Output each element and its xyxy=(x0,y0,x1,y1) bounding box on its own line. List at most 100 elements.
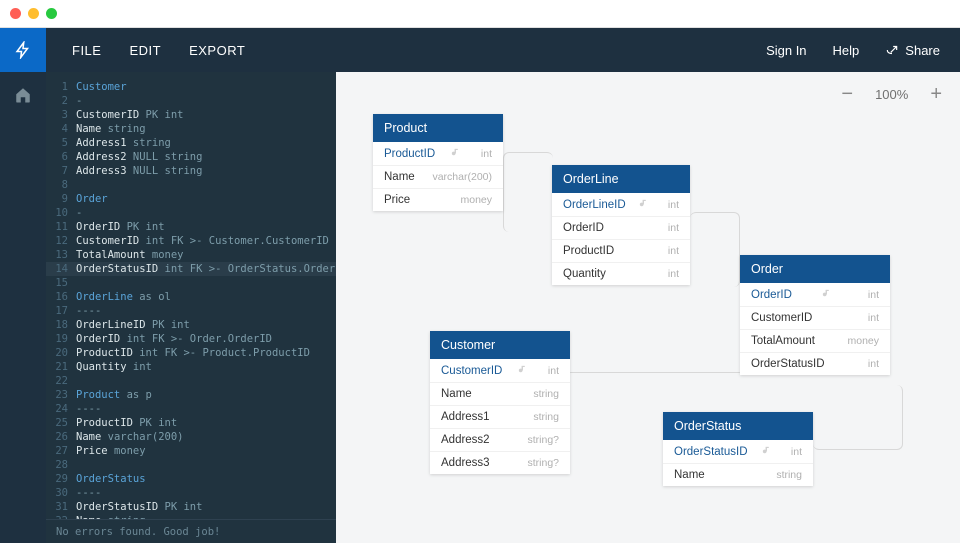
entity-field[interactable]: Address1string xyxy=(430,406,570,429)
code-content: Address1 string xyxy=(76,136,336,150)
entity-field[interactable]: ProductID int xyxy=(373,142,503,166)
code-line[interactable]: 18OrderLineID PK int xyxy=(46,318,336,332)
code-line[interactable]: 12CustomerID int FK >- Customer.Customer… xyxy=(46,234,336,248)
entity-field[interactable]: Pricemoney xyxy=(373,189,503,211)
entity-field[interactable]: OrderIDint xyxy=(552,217,690,240)
code-line[interactable]: 7Address3 NULL string xyxy=(46,164,336,178)
primary-key-icon xyxy=(638,198,649,211)
field-name: Address1 xyxy=(441,411,490,423)
code-line[interactable]: 13TotalAmount money xyxy=(46,248,336,262)
code-line[interactable]: 16OrderLine as ol xyxy=(46,290,336,304)
primary-key-icon xyxy=(821,288,832,301)
code-line[interactable]: 20ProductID int FK >- Product.ProductID xyxy=(46,346,336,360)
entity-field[interactable]: OrderStatusIDint xyxy=(740,353,890,375)
entity-field[interactable]: ProductIDint xyxy=(552,240,690,263)
entity-field[interactable]: CustomerIDint xyxy=(430,359,570,383)
zoom-out-button[interactable]: − xyxy=(841,84,853,104)
share-button[interactable]: Share xyxy=(885,43,940,58)
zoom-level: 100% xyxy=(875,87,908,102)
code-line[interactable]: 30---- xyxy=(46,486,336,500)
entity-field[interactable]: TotalAmountmoney xyxy=(740,330,890,353)
field-name: CustomerID xyxy=(751,312,812,324)
entity-order[interactable]: OrderOrderIDint CustomerID int TotalAmountm… xyxy=(740,255,890,375)
connector xyxy=(690,212,740,287)
code-editor[interactable]: 1Customer2-3CustomerID PK int4Name strin… xyxy=(46,72,336,543)
field-type: int xyxy=(791,446,802,458)
code-line[interactable]: 26Name varchar(200) xyxy=(46,430,336,444)
menu-export[interactable]: EXPORT xyxy=(189,43,245,58)
entity-field[interactable]: OrderLineIDint xyxy=(552,193,690,217)
code-line[interactable]: 5Address1 string xyxy=(46,136,336,150)
menu-signin[interactable]: Sign In xyxy=(766,43,806,58)
code-content: Quantity int xyxy=(76,360,336,374)
code-line[interactable]: 11OrderID PK int xyxy=(46,220,336,234)
maximize-window-icon[interactable] xyxy=(46,8,57,19)
code-line[interactable]: 1Customer xyxy=(46,80,336,94)
code-line[interactable]: 27Price money xyxy=(46,444,336,458)
code-line[interactable]: 10- xyxy=(46,206,336,220)
diagram-canvas[interactable]: − 100% + Product ProductID int Namevarchar(… xyxy=(336,72,960,543)
code-line[interactable]: 14OrderStatusID int FK >- OrderStatus.Or… xyxy=(46,262,336,276)
line-number: 9 xyxy=(46,192,76,206)
entity-header[interactable]: OrderLine xyxy=(552,165,690,193)
zoom-in-button[interactable]: + xyxy=(930,84,942,104)
line-number: 6 xyxy=(46,150,76,164)
entity-product[interactable]: Product ProductID int Namevarchar(200)Price… xyxy=(373,114,503,211)
entity-header[interactable]: OrderStatus xyxy=(663,412,813,440)
code-line[interactable]: 24---- xyxy=(46,402,336,416)
entity-field[interactable]: CustomerID int xyxy=(740,307,890,330)
entity-header[interactable]: Product xyxy=(373,114,503,142)
code-line[interactable]: 2- xyxy=(46,94,336,108)
line-number: 19 xyxy=(46,332,76,346)
code-line[interactable]: 15 xyxy=(46,276,336,290)
code-line[interactable]: 22 xyxy=(46,374,336,388)
code-line[interactable]: 25ProductID PK int xyxy=(46,416,336,430)
entity-customer[interactable]: CustomerCustomerIDintNamestringAddress1s… xyxy=(430,331,570,474)
entity-field[interactable]: OrderIDint xyxy=(740,283,890,307)
app-logo[interactable] xyxy=(0,28,46,72)
entity-field[interactable]: Quantityint xyxy=(552,263,690,285)
entity-field[interactable]: OrderStatusIDint xyxy=(663,440,813,464)
line-number: 27 xyxy=(46,444,76,458)
code-line[interactable]: 6Address2 NULL string xyxy=(46,150,336,164)
line-number: 3 xyxy=(46,108,76,122)
field-name: ProductID xyxy=(384,148,435,160)
code-content: ---- xyxy=(76,304,336,318)
menu-file[interactable]: FILE xyxy=(72,43,101,58)
code-line[interactable]: 3CustomerID PK int xyxy=(46,108,336,122)
code-line[interactable]: 4Name string xyxy=(46,122,336,136)
code-line[interactable]: 23Product as p xyxy=(46,388,336,402)
minimize-window-icon[interactable] xyxy=(28,8,39,19)
entity-field[interactable]: Namestring xyxy=(430,383,570,406)
code-line[interactable]: 29OrderStatus xyxy=(46,472,336,486)
primary-key-icon xyxy=(450,147,461,160)
line-number: 10 xyxy=(46,206,76,220)
field-type: string? xyxy=(527,434,559,446)
field-type: int xyxy=(868,312,879,324)
code-line[interactable]: 28 xyxy=(46,458,336,472)
entity-field[interactable]: Namestring xyxy=(663,464,813,486)
field-type: int xyxy=(481,148,492,160)
code-content: OrderID PK int xyxy=(76,220,336,234)
entity-orderstatus[interactable]: OrderStatusOrderStatusIDintNamestring xyxy=(663,412,813,486)
entity-header[interactable]: Customer xyxy=(430,331,570,359)
connector xyxy=(570,372,740,373)
entity-field[interactable]: Address2string? xyxy=(430,429,570,452)
line-number: 28 xyxy=(46,458,76,472)
code-content: OrderStatus xyxy=(76,472,336,486)
entity-orderline[interactable]: OrderLineOrderLineIDintOrderIDintProduct… xyxy=(552,165,690,285)
code-line[interactable]: 31OrderStatusID PK int xyxy=(46,500,336,514)
close-window-icon[interactable] xyxy=(10,8,21,19)
code-line[interactable]: 9Order xyxy=(46,192,336,206)
entity-header[interactable]: Order xyxy=(740,255,890,283)
code-line[interactable]: 19OrderID int FK >- Order.OrderID xyxy=(46,332,336,346)
menu-help[interactable]: Help xyxy=(833,43,860,58)
field-type: int xyxy=(668,199,679,211)
menu-edit[interactable]: EDIT xyxy=(129,43,161,58)
entity-field[interactable]: Address3string? xyxy=(430,452,570,474)
code-line[interactable]: 17---- xyxy=(46,304,336,318)
entity-field[interactable]: Namevarchar(200) xyxy=(373,166,503,189)
code-line[interactable]: 21Quantity int xyxy=(46,360,336,374)
code-line[interactable]: 8 xyxy=(46,178,336,192)
home-icon[interactable] xyxy=(14,86,32,104)
